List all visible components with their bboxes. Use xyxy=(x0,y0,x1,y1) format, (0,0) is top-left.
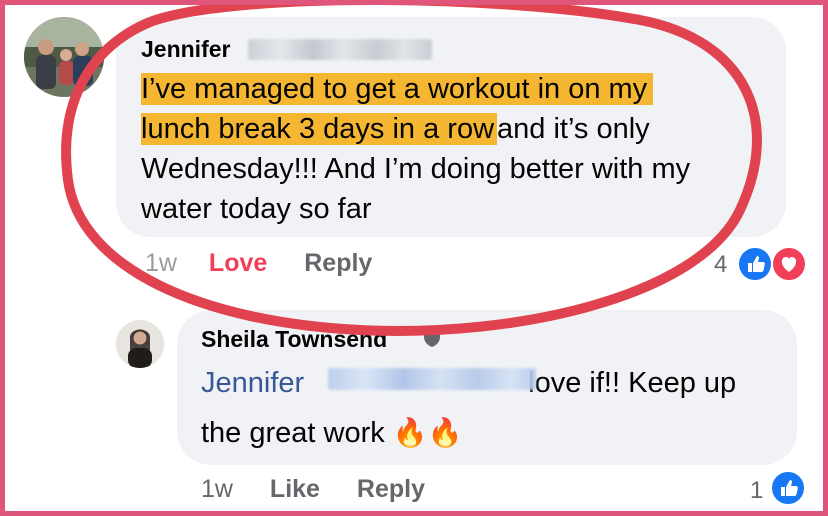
highlighted-text: I’ve managed to get a workout in on my xyxy=(141,73,654,105)
timestamp[interactable]: 1w xyxy=(145,249,177,277)
comment-text-rest: and it’s only xyxy=(497,113,650,145)
like-icon xyxy=(770,470,806,506)
reaction-count[interactable]: 1 xyxy=(750,477,763,505)
comment-text-line: water today so far xyxy=(141,193,372,225)
shield-badge-icon xyxy=(422,326,442,353)
like-icon xyxy=(737,246,773,282)
avatar-sheila[interactable] xyxy=(116,320,164,368)
comment-actions: 1w Love Reply xyxy=(145,249,372,278)
author-lastname-redaction xyxy=(248,39,432,60)
fire-emoji: 🔥🔥 xyxy=(392,417,463,448)
reply-actions: 1w Like Reply xyxy=(201,475,425,504)
avatar-jennifer[interactable] xyxy=(24,17,104,97)
reply-author[interactable]: Sheila Townsend xyxy=(201,326,387,353)
reply-button[interactable]: Reply xyxy=(357,475,425,503)
reaction-count[interactable]: 4 xyxy=(714,251,727,279)
reply-text-line: the great work xyxy=(201,417,385,449)
mention-lastname-redaction xyxy=(328,368,536,390)
love-reaction-button[interactable]: Love xyxy=(209,249,267,277)
love-icon xyxy=(771,246,807,282)
reply-text-rest: love if!! Keep up xyxy=(528,367,737,399)
reply-button[interactable]: Reply xyxy=(304,249,372,277)
highlighted-text: lunch break 3 days in a row xyxy=(141,113,498,145)
timestamp[interactable]: 1w xyxy=(201,475,233,503)
like-button[interactable]: Like xyxy=(270,475,320,503)
comment-text-line: Wednesday!!! And I’m doing better with m… xyxy=(141,153,691,185)
comment-author[interactable]: Jennifer xyxy=(141,36,230,63)
comment-text: I’ve managed to get a workout in on my l… xyxy=(141,69,781,229)
mention-link[interactable]: Jennifer xyxy=(201,367,304,399)
